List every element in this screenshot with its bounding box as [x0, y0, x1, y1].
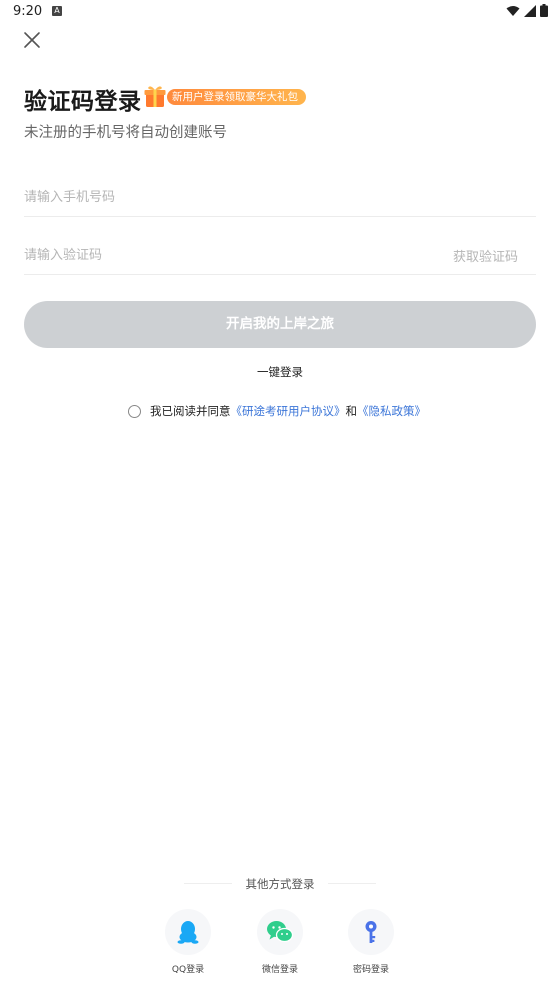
notification-a-icon: A	[52, 6, 62, 16]
phone-input[interactable]	[24, 178, 424, 216]
key-icon-circle	[348, 909, 394, 955]
wechat-icon	[267, 921, 294, 943]
status-time: 9:20	[13, 4, 43, 19]
submit-button[interactable]: 开启我的上岸之旅	[24, 301, 536, 348]
wifi-icon	[506, 5, 520, 16]
status-bar: 9:20 A	[0, 0, 560, 24]
agreement-row: 我已阅读并同意 《研途考研用户协议》 和 《隐私政策》	[128, 403, 426, 419]
one-click-login-link[interactable]: 一键登录	[0, 364, 560, 380]
page-title: 验证码登录	[24, 89, 142, 115]
status-icons	[506, 4, 548, 17]
privacy-policy-link[interactable]: 《隐私政策》	[357, 403, 426, 419]
promo-text: 新用户登录领取豪华大礼包	[167, 89, 306, 105]
qq-icon	[177, 921, 199, 944]
agreement-and: 和	[345, 404, 358, 418]
other-login-title: 其他方式登录	[245, 877, 315, 891]
battery-icon	[540, 4, 548, 17]
code-input-row: 获取验证码	[24, 236, 536, 275]
gift-icon	[144, 86, 166, 107]
wechat-icon-circle	[257, 909, 303, 955]
key-icon	[365, 921, 377, 943]
verification-code-input[interactable]	[24, 236, 424, 274]
agreement-checkbox[interactable]	[128, 404, 141, 418]
wechat-login-label: 微信登录	[261, 965, 298, 975]
wechat-login-button[interactable]: 微信登录	[250, 909, 310, 975]
divider-right	[328, 883, 376, 884]
qq-login-button[interactable]: QQ登录	[158, 909, 218, 975]
qq-login-label: QQ登录	[171, 965, 205, 975]
phone-input-row	[24, 178, 536, 217]
agreement-prefix: 我已阅读并同意	[150, 404, 231, 418]
close-button[interactable]	[22, 30, 42, 50]
get-code-button[interactable]: 获取验证码	[453, 246, 518, 265]
signal-icon	[524, 4, 536, 17]
password-login-button[interactable]: 密码登录	[341, 909, 401, 975]
one-click-login-label: 一键登录	[257, 365, 303, 379]
user-agreement-link[interactable]: 《研途考研用户协议》	[231, 403, 346, 419]
subtitle: 未注册的手机号将自动创建账号	[24, 125, 227, 141]
qq-icon-circle	[165, 909, 211, 955]
password-login-label: 密码登录	[352, 965, 389, 975]
close-icon	[24, 32, 40, 48]
